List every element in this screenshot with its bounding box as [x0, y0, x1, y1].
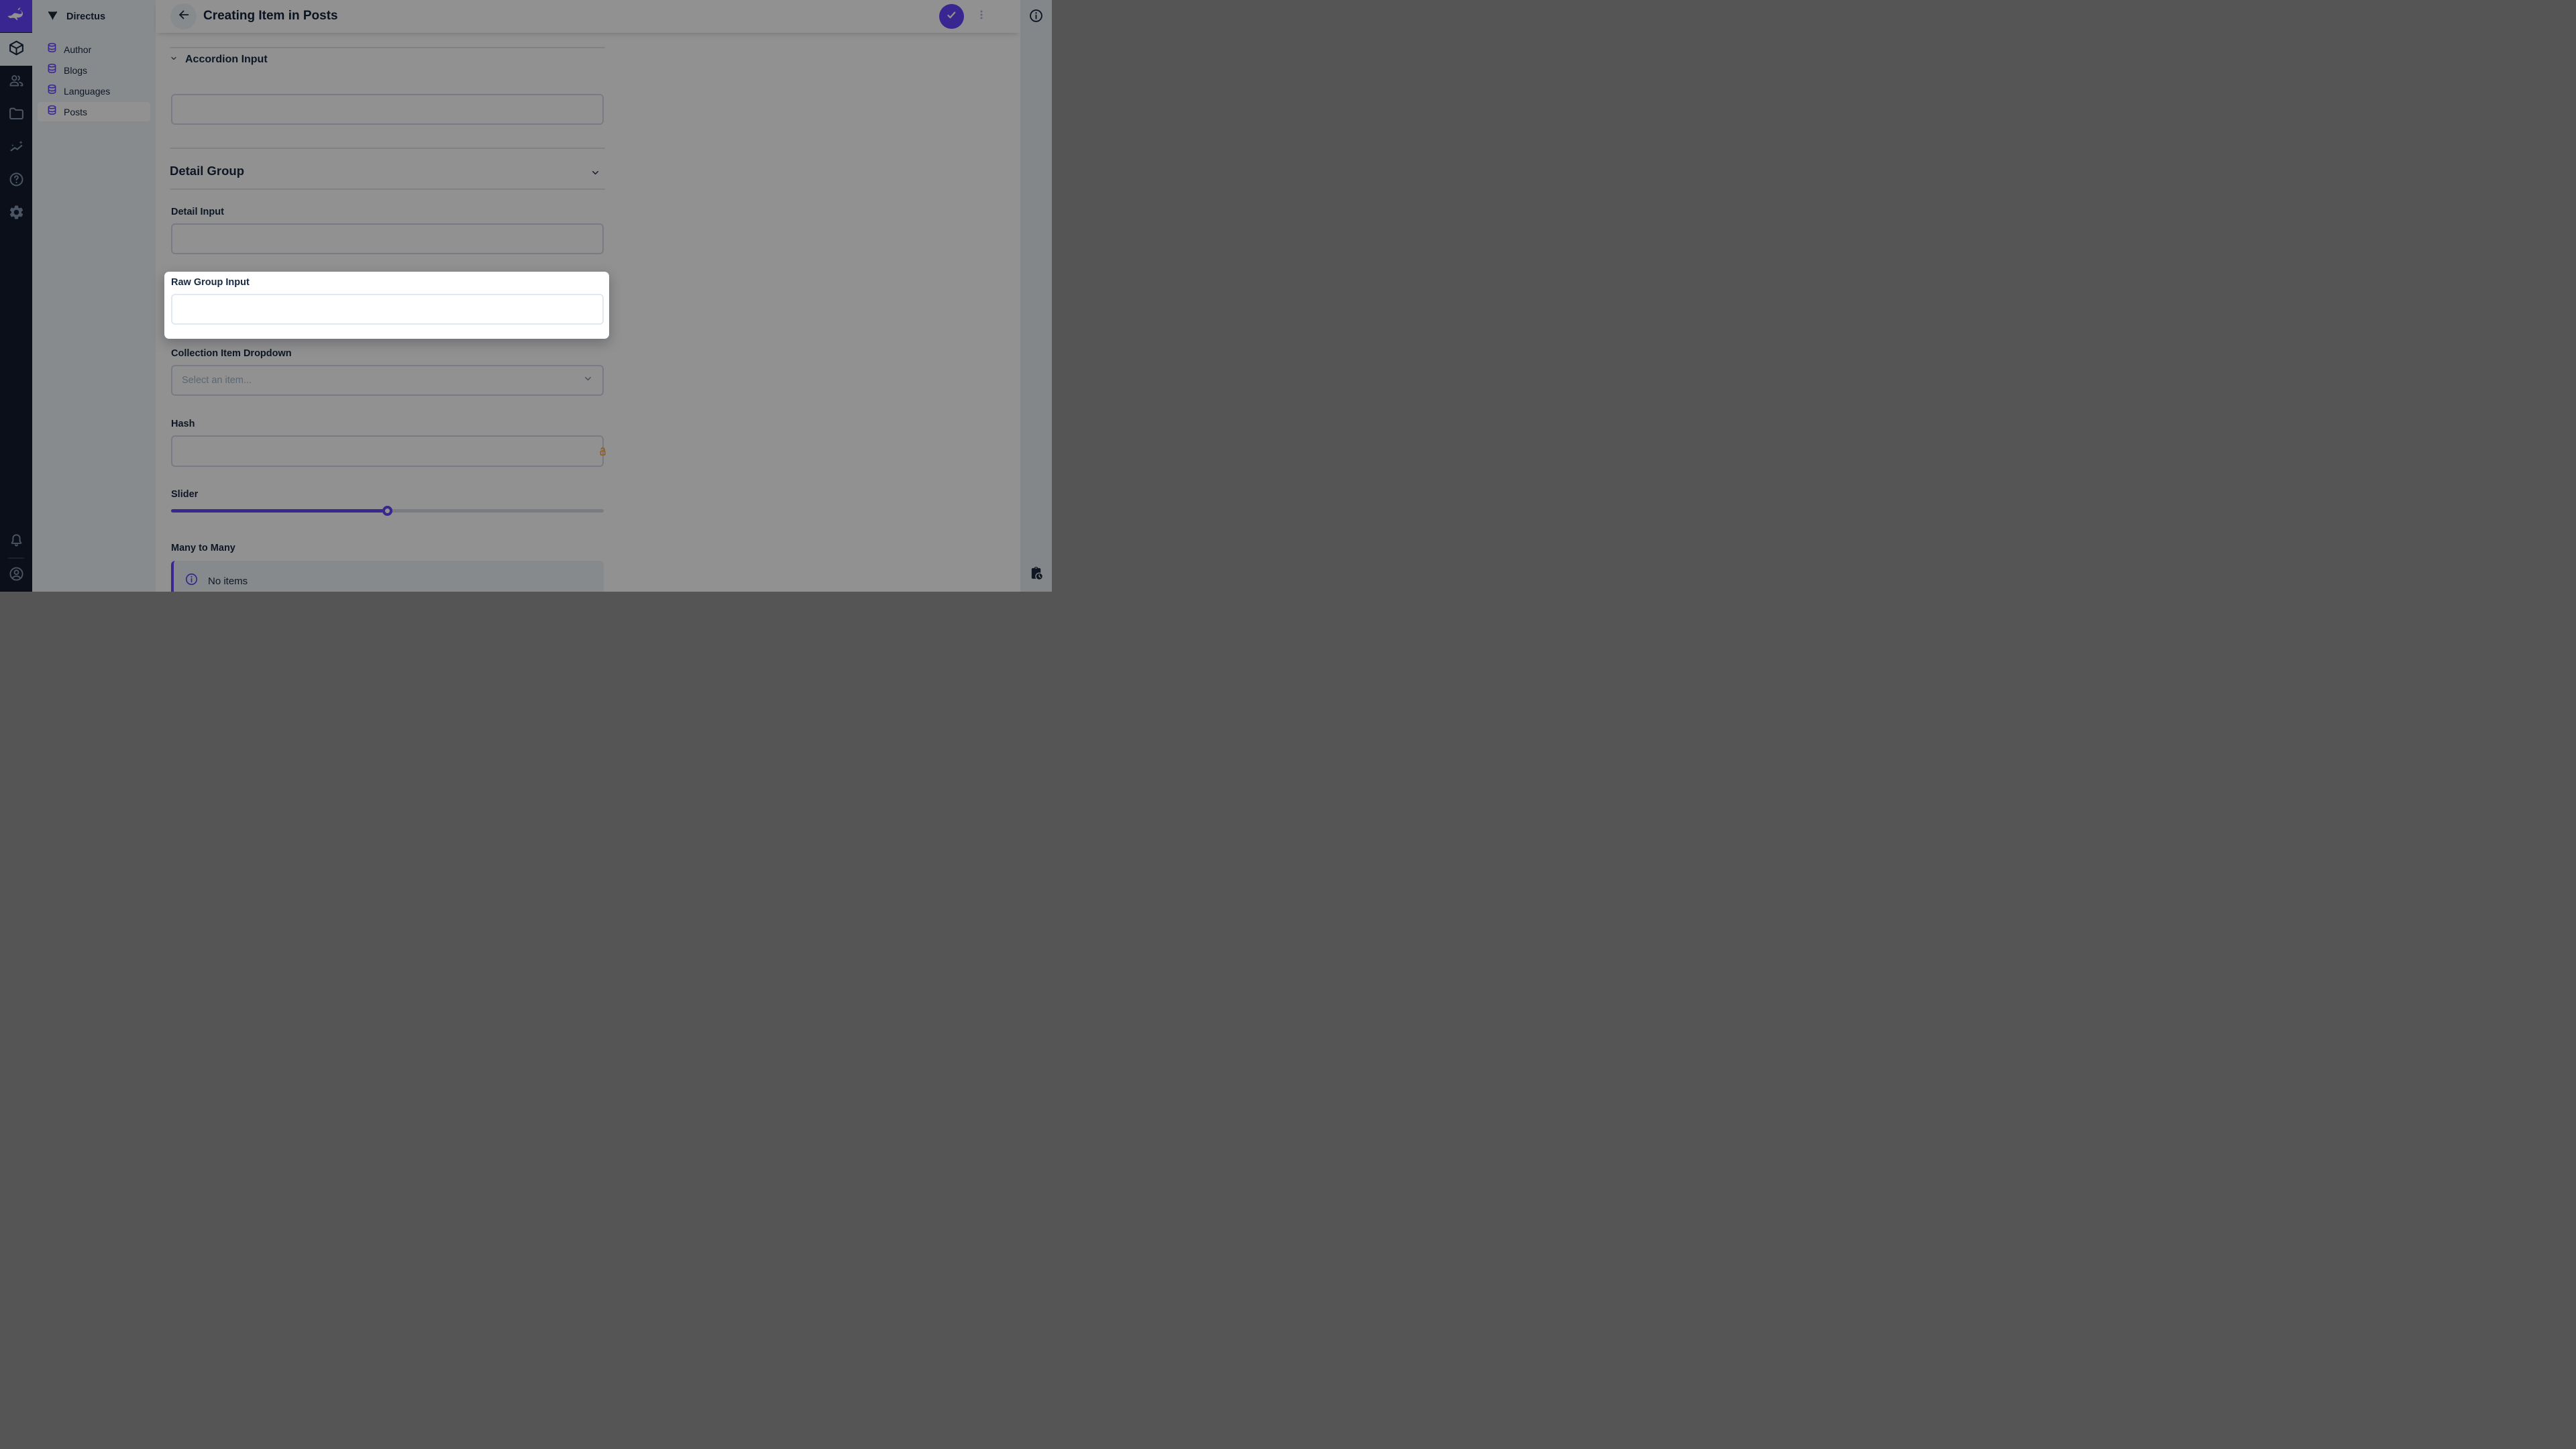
page-header: Creating Item in Posts [156, 0, 1020, 33]
detail-input-field[interactable] [171, 223, 604, 254]
directus-rabbit-logo-icon [6, 5, 26, 28]
raw-group-input-field[interactable] [171, 294, 604, 325]
divider [170, 47, 605, 48]
slider-fill [171, 509, 388, 513]
kebab-menu-icon [975, 9, 987, 24]
many-to-many-label: Many to Many [171, 543, 235, 553]
database-icon [46, 105, 58, 119]
database-icon [46, 84, 58, 99]
directus-app: Directus Author Blogs [0, 0, 1052, 592]
database-icon [46, 42, 58, 57]
project-chooser[interactable]: Directus [32, 0, 156, 33]
detail-input-label: Detail Input [171, 207, 224, 217]
project-name: Directus [66, 11, 105, 22]
folder-icon [8, 105, 25, 125]
sidebar-item-languages[interactable]: Languages [38, 81, 150, 101]
directus-logo-button[interactable] [0, 0, 32, 32]
help-question-icon [8, 171, 25, 191]
collection-item-dropdown-select[interactable]: Select an item... [171, 365, 604, 396]
module-bar [0, 0, 32, 592]
nav-sidebar: Directus Author Blogs [32, 0, 156, 592]
hash-input-field[interactable] [171, 435, 604, 467]
module-settings[interactable] [0, 197, 32, 230]
sidebar-item-author[interactable]: Author [38, 40, 150, 59]
divider [170, 189, 605, 190]
insights-chart-icon [8, 138, 25, 158]
save-button[interactable] [939, 4, 964, 29]
lock-open-icon [596, 445, 609, 462]
slider-control[interactable] [171, 505, 604, 516]
slider-thumb[interactable] [382, 506, 392, 516]
gear-icon [8, 204, 25, 224]
select-placeholder: Select an item... [182, 375, 252, 386]
module-users[interactable] [0, 66, 32, 99]
revisions-button[interactable] [1020, 566, 1052, 584]
sidebar-item-label: Languages [64, 86, 110, 97]
info-sidebar-toggle[interactable] [1020, 8, 1052, 27]
collection-item-dropdown-label: Collection Item Dropdown [171, 348, 292, 359]
sidebar-item-label: Posts [64, 107, 87, 117]
accordion-toggle[interactable]: Accordion Input [170, 54, 268, 66]
module-content[interactable] [0, 33, 32, 66]
sidebar-item-posts[interactable]: Posts [38, 102, 150, 121]
sidebar-item-label: Blogs [64, 65, 87, 76]
project-wedge-icon [46, 8, 60, 25]
account-button[interactable] [0, 559, 32, 592]
no-items-text: No items [208, 576, 248, 587]
raw-group-input-label: Raw Group Input [171, 277, 250, 288]
check-icon [945, 8, 959, 25]
page-title: Creating Item in Posts [203, 9, 338, 23]
module-insights[interactable] [0, 131, 32, 164]
chevron-down-icon [583, 374, 593, 387]
chevron-down-icon [170, 54, 178, 66]
account-circle-icon [8, 566, 25, 586]
info-sidebar [1020, 0, 1052, 592]
revisions-clipboard-clock-icon [1028, 566, 1044, 584]
accordion-section-label: Accordion Input [185, 54, 268, 66]
divider [170, 148, 605, 149]
module-help[interactable] [0, 164, 32, 197]
content-cube-icon [8, 40, 25, 60]
raw-group-input-spotlight-card: Raw Group Input [164, 272, 609, 339]
more-options-button[interactable] [973, 8, 989, 24]
chevron-down-icon [590, 169, 600, 180]
sidebar-item-blogs[interactable]: Blogs [38, 60, 150, 80]
notifications-button[interactable] [0, 526, 32, 559]
database-icon [46, 63, 58, 78]
back-button[interactable] [170, 3, 197, 30]
slider-label: Slider [171, 489, 198, 500]
detail-group-heading: Detail Group [170, 164, 244, 178]
accordion-input-field[interactable] [171, 94, 604, 125]
users-icon [8, 72, 25, 93]
bell-icon [8, 533, 25, 553]
no-items-notice: No items [171, 561, 604, 592]
module-files[interactable] [0, 99, 32, 131]
info-circle-icon [1028, 8, 1044, 27]
detail-group-toggle[interactable] [590, 168, 600, 181]
back-arrow-icon [176, 7, 191, 25]
sidebar-item-label: Author [64, 44, 91, 55]
info-circle-icon [184, 572, 199, 590]
hash-label: Hash [171, 419, 195, 429]
